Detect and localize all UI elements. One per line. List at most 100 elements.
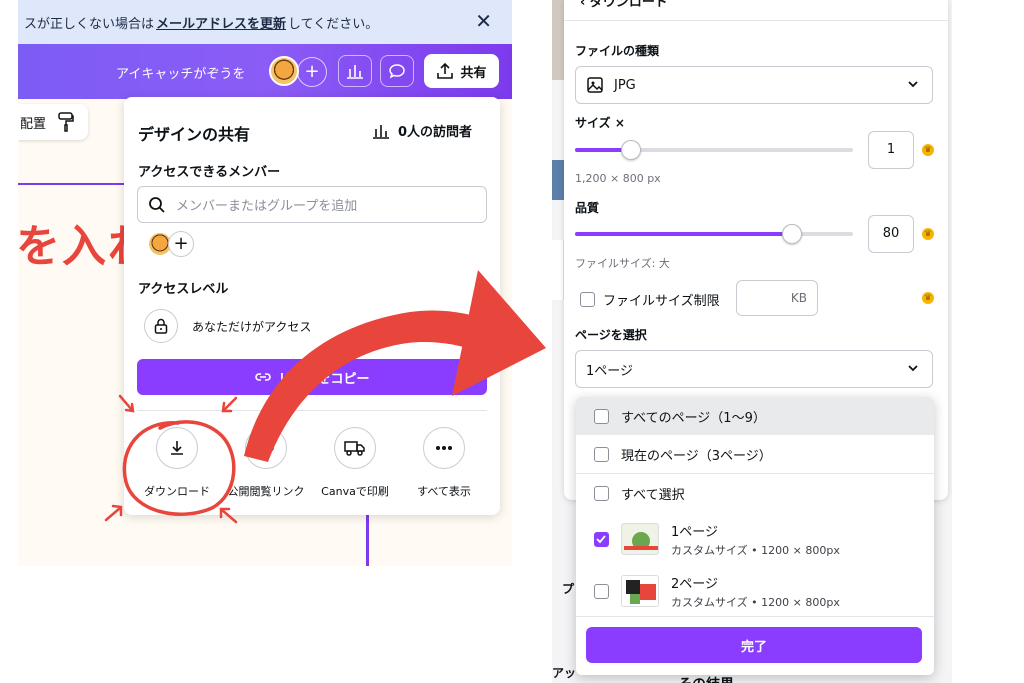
design-title[interactable]: アイキャッチがぞうを [116, 63, 245, 82]
checkbox[interactable] [594, 485, 609, 501]
checkbox[interactable] [594, 408, 609, 424]
option-current-page[interactable]: 現在のページ（3ページ） [576, 435, 934, 473]
image-icon [587, 77, 603, 93]
avatar[interactable] [269, 56, 299, 86]
page-select-label: ページを選択 [575, 328, 647, 342]
see-all-label: すべて表示 [417, 485, 471, 498]
option-select-all-label: すべて選択 [621, 487, 685, 503]
paint-roller-icon[interactable] [58, 112, 74, 132]
background-thumbnail [552, 160, 564, 200]
link-icon [255, 373, 272, 381]
update-email-link[interactable]: メールアドレスを更新 [156, 13, 286, 32]
truck-icon [334, 427, 376, 469]
page-select[interactable]: 1ページ [575, 350, 933, 388]
canvas-guide-line [18, 183, 128, 185]
access-level-text: あなただけがアクセス [192, 319, 312, 334]
crown-icon: ♛ [922, 292, 934, 304]
background-thumbnail [552, 0, 564, 80]
page-thumbnail [621, 575, 659, 607]
chevron-left-icon[interactable]: ‹ [580, 0, 585, 10]
print-action[interactable]: Canvaで印刷 [310, 427, 400, 499]
done-button[interactable]: 完了 [586, 627, 922, 663]
copy-link-button[interactable]: リンクをコピー [137, 359, 487, 395]
share-button[interactable]: 共有 [424, 54, 499, 88]
file-type-label: ファイルの種類 [575, 44, 660, 58]
quality-input[interactable]: 80 [868, 215, 914, 253]
file-size-limit-checkbox[interactable]: ファイルサイズ制限 [580, 290, 720, 309]
quality-label: 品質 [575, 201, 600, 215]
checkbox[interactable] [580, 292, 595, 307]
size-dimensions: 1,200 × 800 px [575, 172, 661, 185]
bar-chart-icon [347, 65, 363, 79]
background-partial-text: プ [562, 582, 575, 596]
download-action-label: ダウンロード [144, 485, 210, 498]
comment-icon [389, 64, 405, 79]
insights-button[interactable] [338, 55, 372, 87]
quality-slider[interactable] [575, 224, 853, 244]
background-thumbnail [552, 240, 564, 300]
canvas-toolbar: 配置 [18, 104, 88, 140]
page-option-subtitle: カスタムサイズ • 1200 × 800px [671, 543, 840, 557]
arrange-button[interactable]: 配置 [20, 113, 46, 132]
option-current-page-label: 現在のページ（3ページ） [621, 448, 772, 464]
access-level-label: アクセスレベル [138, 282, 229, 297]
page-option-title: 2ページ [671, 576, 719, 592]
email-notice-banner: スが正しくない場合は メールアドレスを更新 してください。 ✕ [18, 0, 512, 44]
public-link-label: 公開閲覧リンク [227, 485, 305, 498]
file-size-text: ファイルサイズ: 大 [575, 257, 670, 270]
page-option-1[interactable]: 1ページ カスタムサイズ • 1200 × 800px [576, 513, 934, 565]
more-icon [423, 427, 465, 469]
checkbox[interactable] [594, 583, 609, 599]
print-action-label: Canvaで印刷 [321, 485, 389, 498]
divider [137, 410, 487, 411]
size-slider[interactable] [575, 140, 853, 160]
divider [564, 20, 948, 21]
page-option-title: 1ページ [671, 524, 719, 540]
lock-icon [144, 309, 178, 343]
chevron-down-icon [908, 365, 918, 372]
notice-text-suffix: してください。 [288, 16, 379, 32]
crown-icon: ♛ [922, 144, 934, 156]
file-type-select[interactable]: JPG [575, 66, 933, 104]
chevron-down-icon [908, 81, 918, 88]
file-size-limit-input[interactable]: KB [736, 280, 818, 316]
quality-slider-thumb[interactable] [782, 224, 802, 244]
option-all-pages-label: すべてのページ（1〜9） [621, 410, 766, 426]
search-icon [149, 196, 165, 213]
page-select-dropdown: すべてのページ（1〜9） 現在のページ（3ページ） すべて選択 1ページ カスタ… [576, 397, 934, 675]
size-slider-thumb[interactable] [621, 140, 641, 160]
size-input[interactable]: 1 [868, 131, 914, 169]
upload-icon [437, 62, 454, 79]
share-button-label: 共有 [460, 65, 487, 81]
download-action[interactable]: ダウンロード [132, 427, 222, 499]
checkbox[interactable] [594, 446, 609, 462]
visitor-count[interactable]: 0人の訪問者 [372, 121, 472, 140]
bar-chart-icon [373, 124, 389, 139]
divider [576, 616, 934, 617]
option-select-all[interactable]: すべて選択 [576, 474, 934, 512]
share-screenshot: スが正しくない場合は メールアドレスを更新 してください。 ✕ アイキャッチがぞ… [18, 0, 512, 566]
page-option-2[interactable]: 2ページ カスタムサイズ • 1200 × 800px [576, 565, 934, 617]
checkbox-checked[interactable] [594, 531, 609, 547]
background-partial-text: アッ [552, 666, 577, 680]
share-panel: デザインの共有 0人の訪問者 アクセスできるメンバー メンバーまたはグループを追… [124, 97, 500, 515]
close-icon[interactable]: ✕ [475, 9, 492, 33]
comment-button[interactable] [380, 55, 414, 87]
file-type-value: JPG [614, 77, 636, 93]
see-all-action[interactable]: すべて表示 [399, 427, 489, 499]
share-panel-title: デザインの共有 [138, 125, 251, 144]
crown-icon: ♛ [922, 228, 934, 240]
option-all-pages[interactable]: すべてのページ（1〜9） [576, 397, 934, 435]
page-option-subtitle: カスタムサイズ • 1200 × 800px [671, 595, 840, 609]
visitor-count-label: 0人の訪問者 [398, 125, 473, 140]
background-partial-text: その結果 [678, 674, 734, 683]
add-member-button[interactable]: + [168, 231, 194, 257]
add-collaborator-button[interactable]: + [297, 57, 327, 87]
public-link-action[interactable]: 公開閲覧リンク [221, 427, 311, 499]
download-panel-header[interactable]: ‹ ダウンロード [580, 0, 668, 10]
access-level-selector[interactable]: あなただけがアクセス [144, 309, 311, 343]
download-panel-title: ダウンロード [589, 0, 668, 10]
link-icon [245, 427, 287, 469]
members-label: アクセスできるメンバー [138, 165, 281, 180]
member-search-input[interactable]: メンバーまたはグループを追加 [137, 186, 487, 223]
